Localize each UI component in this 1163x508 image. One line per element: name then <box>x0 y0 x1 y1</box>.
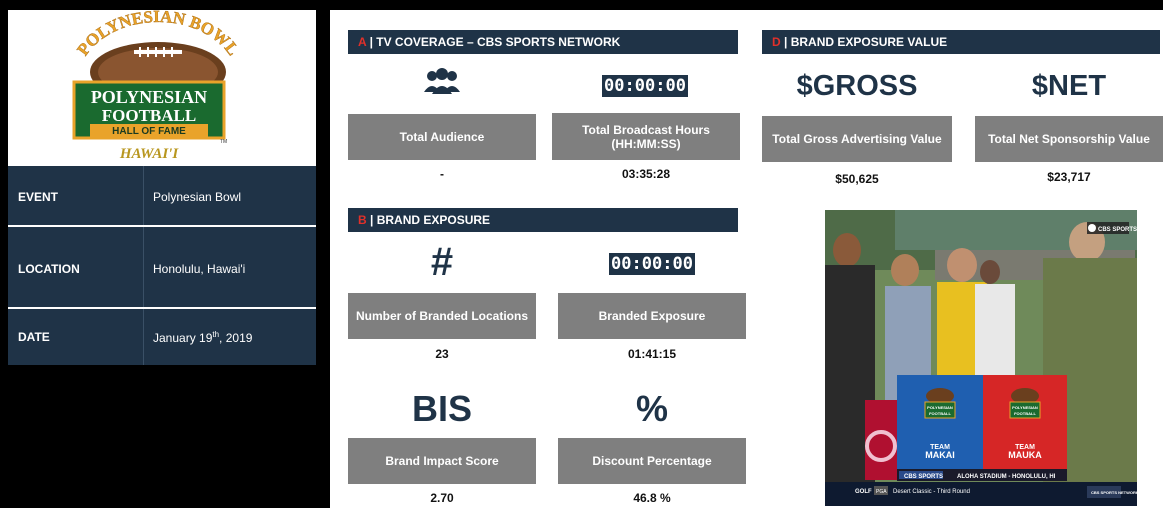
event-logo-panel: POLYNESIAN BOWL POLYNESIAN FOOTBALL HALL… <box>8 7 316 166</box>
branded-exposure-value: 01:41:15 <box>627 347 677 361</box>
info-row-event: EVENT Polynesian Bowl <box>8 166 316 225</box>
svg-text:CBS SPORTS NETWORK: CBS SPORTS NETWORK <box>1091 490 1137 495</box>
broadcast-hours-label: Total Broadcast Hours (HH:MM:SS) <box>552 113 740 160</box>
svg-text:POLYNESIAN: POLYNESIAN <box>927 405 953 410</box>
svg-text:Desert Classic - Third Round: Desert Classic - Third Round <box>893 489 970 495</box>
total-audience-label: Total Audience <box>348 114 536 160</box>
gross-value: $50,625 <box>835 172 879 186</box>
net-value-label: Total Net Sponsorship Value <box>975 116 1163 162</box>
svg-text:MAKAI: MAKAI <box>925 450 955 460</box>
svg-text:PGA: PGA <box>876 489 887 495</box>
svg-text:MAUKA: MAUKA <box>1008 450 1042 460</box>
info-key: DATE <box>18 330 50 344</box>
info-row-date: DATE January 19th, 2019 <box>8 309 316 365</box>
bis-icon: BIS <box>411 388 472 429</box>
info-value: Honolulu, Hawai'i <box>153 262 246 276</box>
gross-dollar-icon: $GROSS <box>796 70 918 102</box>
branded-locations-label: Number of Branded Locations <box>348 293 536 339</box>
info-row-location: LOCATION Honolulu, Hawai'i <box>8 227 316 307</box>
net-value: $23,717 <box>1047 170 1091 184</box>
logo-tm: TM <box>220 139 227 145</box>
discount-label: Discount Percentage <box>558 438 746 484</box>
section-b-header: B | BRAND EXPOSURE <box>348 208 738 232</box>
svg-text:ALOHA STADIUM - HONOLULU, HI: ALOHA STADIUM - HONOLULU, HI <box>957 474 1056 480</box>
polynesian-bowl-logo: POLYNESIAN BOWL POLYNESIAN FOOTBALL HALL… <box>72 7 243 162</box>
info-key: LOCATION <box>18 262 80 276</box>
net-dollar-icon: $NET <box>1031 70 1107 102</box>
broadcast-screenshot: CBS SPORTS POLYNESIAN FOOTBALL POLYNESIA… <box>825 210 1137 506</box>
info-value: January 19th, 2019 <box>153 330 253 345</box>
svg-text:FOOTBALL: FOOTBALL <box>929 411 951 416</box>
branded-exposure-label: Branded Exposure <box>558 293 746 339</box>
logo-line1: POLYNESIAN <box>91 87 207 107</box>
branded-locations-value: 23 <box>435 347 449 361</box>
svg-text:CBS SPORTS: CBS SPORTS <box>904 474 943 480</box>
logo-line3: HALL OF FAME <box>112 126 186 137</box>
gross-value-label: Total Gross Advertising Value <box>762 116 952 162</box>
svg-text:POLYNESIAN: POLYNESIAN <box>1012 405 1038 410</box>
brand-impact-value: 2.70 <box>430 491 454 505</box>
broadcast-hours-value: 03:35:28 <box>621 167 671 181</box>
svg-text:GOLF: GOLF <box>855 489 872 495</box>
timer-icon: 00:00:00 <box>609 253 695 275</box>
timer-icon: 00:00:00 <box>602 75 688 97</box>
info-key: EVENT <box>18 190 59 204</box>
section-a-header: A | TV COVERAGE – CBS SPORTS NETWORK <box>348 30 738 54</box>
hash-icon: # <box>430 240 454 284</box>
discount-value: 46.8 % <box>633 491 671 505</box>
logo-line2: FOOTBALL <box>102 106 196 125</box>
audience-icon <box>348 68 536 100</box>
logo-hawaii: HAWAI'I <box>119 146 180 162</box>
section-d-header: D | BRAND EXPOSURE VALUE <box>762 30 1160 54</box>
percent-icon: % <box>635 388 668 429</box>
total-audience-value: - <box>440 167 444 181</box>
network-bug: CBS SPORTS <box>1098 227 1137 233</box>
brand-impact-label: Brand Impact Score <box>348 438 536 484</box>
info-value: Polynesian Bowl <box>153 190 242 204</box>
svg-text:FOOTBALL: FOOTBALL <box>1014 411 1036 416</box>
